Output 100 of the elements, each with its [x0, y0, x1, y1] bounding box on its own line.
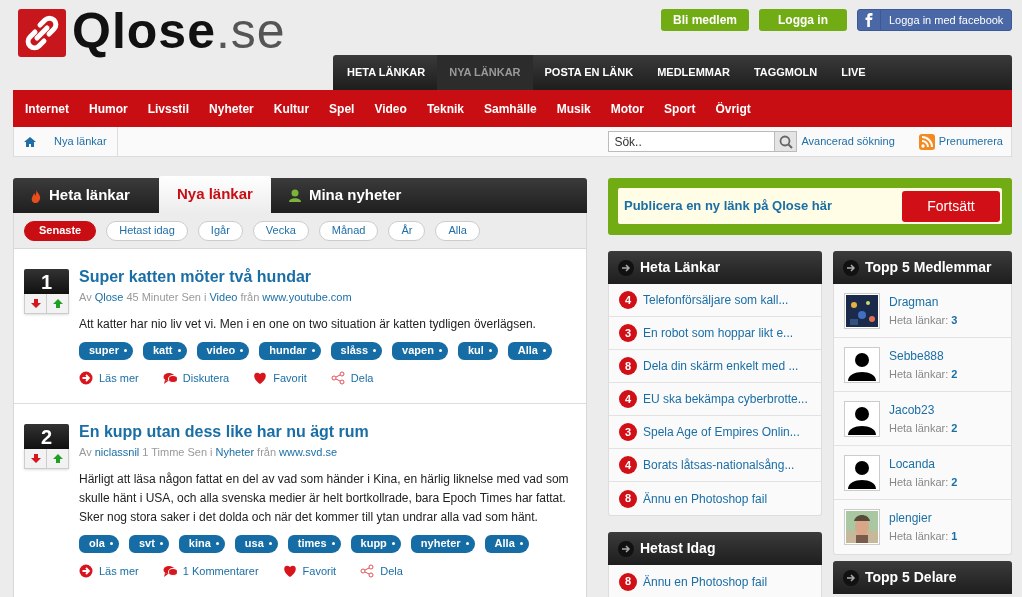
search-field[interactable]: Sök.. [608, 131, 776, 152]
tag-link[interactable]: kul [457, 341, 498, 360]
post-action-link[interactable]: Favorit [282, 562, 337, 579]
tag-link[interactable]: super [79, 341, 133, 360]
member-name-link[interactable]: plengier [889, 509, 958, 527]
filter-pill[interactable]: Månad [318, 220, 379, 241]
tag-link[interactable]: times [287, 534, 341, 553]
hot-link-item[interactable]: 8 Ännu en Photoshop fail [609, 565, 821, 597]
tag-link[interactable]: kina [178, 534, 225, 553]
category-link[interactable]: Livsstil [137, 99, 200, 118]
member-name-link[interactable]: Jacob23 [889, 400, 958, 419]
tag-link[interactable]: video [196, 341, 250, 360]
tag-link[interactable]: kupp [350, 534, 401, 553]
tag-link[interactable]: vapen [392, 341, 448, 360]
category-link[interactable]: Humor [79, 99, 138, 118]
breadcrumb-link[interactable]: Nya länkar [54, 127, 118, 156]
category-link[interactable]: Musik [546, 99, 601, 118]
byline-text: Av [79, 290, 92, 305]
tag-link[interactable]: svt [128, 534, 169, 553]
stat-value: 2 [951, 474, 958, 490]
author-link[interactable]: niclassnil [94, 444, 140, 461]
category-link[interactable]: Kultur [263, 99, 320, 118]
rss-icon [918, 133, 935, 150]
tab[interactable]: Nya länkar [159, 176, 271, 213]
up-arrow-icon [52, 454, 63, 463]
category-link[interactable]: Nyheter [215, 444, 255, 461]
nav-link[interactable]: HETA LÄNKAR [335, 55, 438, 90]
post-title-link[interactable]: Super katten möter två hundar [79, 267, 576, 287]
nav-link[interactable]: LIVE [829, 55, 878, 90]
nav-link[interactable]: NYA LÄNKAR [437, 55, 533, 90]
rank-number: 2 [24, 424, 69, 449]
down-arrow-icon [30, 454, 41, 463]
down-arrow-icon [30, 299, 41, 308]
hot-link-item[interactable]: 3 En robot som hoppar likt e... [609, 317, 821, 350]
tag-link[interactable]: nyheter [410, 534, 475, 553]
filter-pill[interactable]: År [388, 220, 426, 241]
tag-link[interactable]: Alla [484, 534, 529, 553]
byline-text: från [257, 445, 277, 460]
tab[interactable]: Heta länkar [13, 178, 159, 213]
category-link[interactable]: Sport [654, 99, 706, 118]
widget-title: Hetast Idag [640, 539, 716, 558]
post-action-link[interactable]: Favorit [253, 369, 307, 386]
post-title-link[interactable]: En kupp utan dess like har nu ägt rum [79, 422, 576, 442]
widget-title: Topp 5 Medlemmar [865, 258, 992, 277]
hot-link-item[interactable]: 3 Spela Age of Empires Onlin... [609, 416, 821, 449]
filter-pill[interactable]: Alla [435, 220, 480, 241]
post-action-link[interactable]: Diskutera [162, 369, 230, 386]
search-button[interactable] [775, 131, 798, 152]
author-link[interactable]: Qlose [94, 289, 124, 306]
post-action-link[interactable]: Läs mer [79, 562, 139, 579]
count-badge: 4 [619, 390, 637, 408]
tab[interactable]: Mina nyheter [270, 178, 420, 213]
arrow-circle-icon [618, 259, 634, 276]
hot-link-item[interactable]: 8 Dela din skärm enkelt med ... [609, 350, 821, 383]
rank-number: 1 [24, 269, 69, 294]
post-action-link[interactable]: Dela [360, 562, 403, 579]
member-name-link[interactable]: Locanda [889, 454, 958, 473]
member-name-link[interactable]: Sebbe888 [889, 346, 958, 365]
filter-pill[interactable]: Igår [197, 220, 243, 241]
category-link[interactable]: Nyheter [199, 99, 264, 118]
hot-link-item[interactable]: 8 Ännu en Photoshop fail [609, 482, 821, 515]
category-link[interactable]: Samhälle [474, 99, 547, 118]
count-badge: 3 [619, 423, 637, 441]
filter-pill[interactable]: Hetast idag [106, 220, 188, 241]
tag-link[interactable]: ola [79, 534, 119, 553]
source-link[interactable]: www.youtube.com [262, 289, 352, 306]
subscribe-link[interactable]: Prenumerera [938, 133, 1003, 150]
tag-link[interactable]: Alla [507, 341, 552, 360]
post-action-link[interactable]: 1 Kommentarer [162, 562, 259, 579]
tag-link[interactable]: usa [234, 534, 278, 553]
post-action-link[interactable]: Dela [330, 369, 374, 386]
filter-pill[interactable]: Vecka [252, 220, 309, 241]
arrow-circle-icon [618, 540, 634, 557]
tag-link[interactable]: hundar [259, 341, 321, 360]
source-link[interactable]: www.svd.se [279, 444, 338, 461]
hot-link-item[interactable]: 4 Borats låtsas-nationalsång... [609, 449, 821, 482]
category-link[interactable]: Video [364, 99, 417, 118]
hot-link-item[interactable]: 4 EU ska bekämpa cyberbrotte... [609, 383, 821, 416]
nav-link[interactable]: MEDLEMMAR [645, 55, 742, 90]
advanced-search-link[interactable]: Avancerad sökning [801, 133, 895, 150]
category-link[interactable]: Internet [15, 99, 79, 118]
category-link[interactable]: Video [209, 289, 238, 306]
stat-value: 2 [951, 366, 958, 382]
heart-icon [282, 563, 297, 578]
continue-button[interactable]: Fortsätt [902, 190, 1000, 222]
category-link[interactable]: Teknik [416, 99, 474, 118]
post-action-link[interactable]: Läs mer [79, 369, 139, 386]
tag-link[interactable]: slåss [330, 341, 383, 360]
category-link[interactable]: Övrigt [705, 99, 761, 118]
tag-link[interactable]: katt [142, 341, 187, 360]
nav-link[interactable]: TAGGMOLN [741, 55, 830, 90]
category-link[interactable]: Motor [600, 99, 655, 118]
arrow-circle-icon [79, 563, 93, 578]
category-link[interactable]: Spel [319, 99, 365, 118]
site-logo-text: Qlose.se [72, 5, 286, 56]
nav-link[interactable]: POSTA EN LÄNK [532, 55, 646, 90]
hot-link-item[interactable]: 4 Telefonförsäljare som kall... [609, 284, 821, 317]
filter-pill[interactable]: Senaste [24, 220, 97, 241]
member-name-link[interactable]: Dragman [889, 292, 958, 311]
facebook-login-button[interactable]: Logga in med facebook [857, 9, 1012, 31]
